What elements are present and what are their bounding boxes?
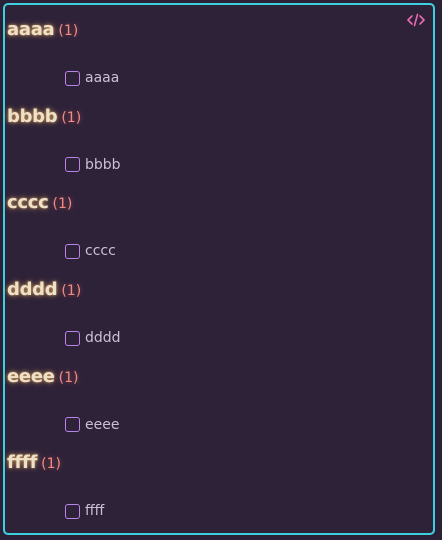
- task-label: dddd: [85, 330, 121, 347]
- group-header: dddd (1): [7, 279, 81, 305]
- task-item[interactable]: aaaa: [65, 68, 119, 88]
- group-title: aaaa: [7, 19, 55, 40]
- task-checkbox[interactable]: [65, 157, 80, 173]
- task-item[interactable]: cccc: [65, 241, 116, 261]
- group-count: (1): [58, 23, 79, 39]
- task-group: ffff (1) ffff: [7, 452, 433, 539]
- task-groups: aaaa (1) aaaa bbbb (1) bbbb cccc (1) ccc…: [7, 19, 433, 539]
- group-header: eeee (1): [7, 366, 78, 392]
- task-label: bbbb: [85, 156, 121, 173]
- group-title: dddd: [7, 279, 58, 301]
- tasks-panel: aaaa (1) aaaa bbbb (1) bbbb cccc (1) ccc…: [3, 3, 435, 535]
- group-title: bbbb: [7, 105, 58, 127]
- group-count: (1): [41, 456, 61, 473]
- group-header: cccc (1): [7, 192, 72, 218]
- group-header: ffff (1): [7, 452, 61, 478]
- group-count: (1): [52, 196, 73, 213]
- task-label: aaaa: [85, 70, 120, 86]
- task-group: eeee (1) eeee: [7, 366, 433, 453]
- task-group: cccc (1) cccc: [7, 192, 433, 279]
- task-checkbox[interactable]: [65, 503, 80, 519]
- task-checkbox[interactable]: [65, 417, 80, 433]
- task-group: aaaa (1) aaaa: [7, 19, 433, 106]
- group-title: cccc: [7, 192, 49, 214]
- group-header: aaaa (1): [7, 19, 78, 45]
- task-checkbox[interactable]: [65, 70, 80, 86]
- task-label: eeee: [85, 416, 120, 433]
- task-item[interactable]: eeee: [65, 415, 119, 435]
- task-group: bbbb (1) bbbb: [7, 106, 433, 193]
- task-label: cccc: [85, 243, 116, 260]
- task-item[interactable]: dddd: [65, 328, 121, 348]
- task-group: dddd (1) dddd: [7, 279, 433, 366]
- task-checkbox[interactable]: [65, 243, 80, 259]
- task-checkbox[interactable]: [65, 330, 80, 346]
- task-label: ffff: [85, 503, 105, 520]
- group-title: ffff: [7, 452, 38, 474]
- task-item[interactable]: ffff: [65, 501, 104, 521]
- group-count: (1): [61, 283, 82, 300]
- task-item[interactable]: bbbb: [65, 155, 121, 175]
- group-header: bbbb (1): [7, 106, 81, 132]
- group-title: eeee: [7, 365, 55, 387]
- group-count: (1): [58, 369, 79, 386]
- group-count: (1): [61, 109, 82, 126]
